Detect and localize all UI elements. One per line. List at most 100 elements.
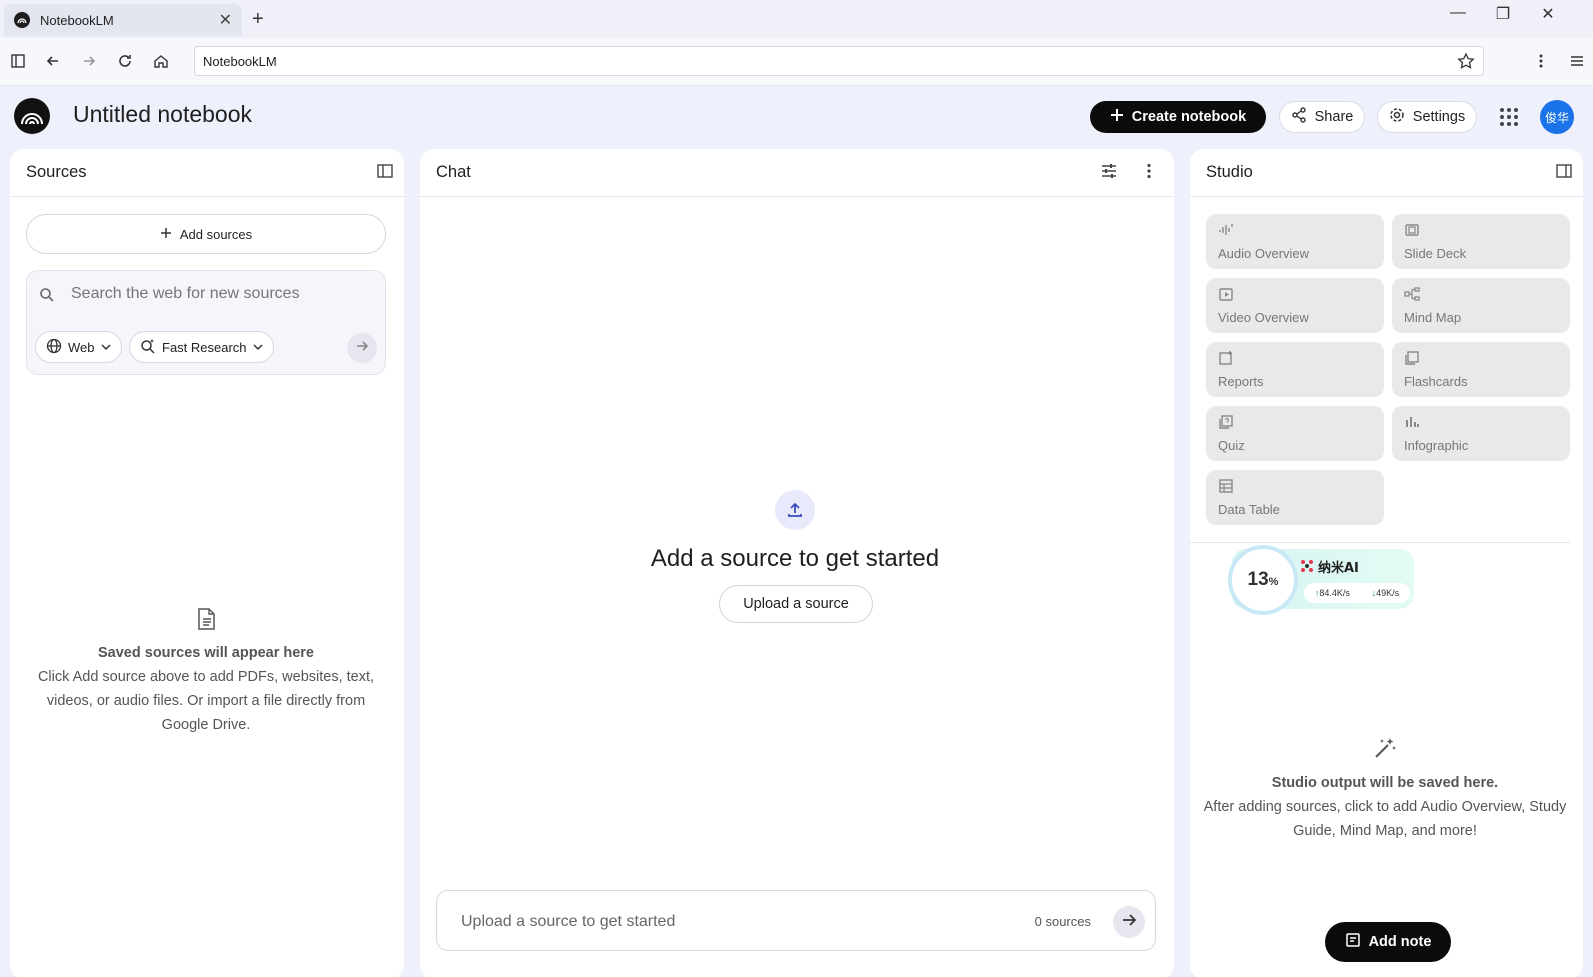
avatar[interactable]: 俊华 [1540,100,1574,134]
download-rate: 49K/s [1376,588,1400,598]
notebook-title[interactable]: Untitled notebook [73,101,252,128]
more-vert-icon[interactable] [1140,162,1158,185]
tile-label: Infographic [1404,438,1469,453]
quiz-icon [1218,414,1234,435]
notebooklm-favicon-icon [14,12,30,28]
apps-grid-icon[interactable] [1496,104,1522,130]
widget-name: 纳米AI [1318,561,1359,576]
reload-icon[interactable] [112,48,138,74]
infographic-tile[interactable]: Infographic [1392,406,1570,461]
slides-icon [1404,222,1420,243]
browser-menu-dots-icon[interactable] [1528,48,1554,74]
window-close-icon[interactable]: ✕ [1533,4,1563,24]
forward-icon[interactable] [76,48,102,74]
gear-icon [1389,107,1405,127]
note-icon [1345,932,1361,952]
submit-search-button[interactable] [347,333,377,363]
studio-title: Studio [1206,163,1253,181]
search-icon [39,287,55,308]
share-button[interactable]: Share [1279,101,1365,133]
share-icon [1291,107,1307,127]
arrow-right-icon [355,339,369,358]
nano-ai-logo-icon [1300,559,1314,578]
tune-settings-icon[interactable] [1100,162,1118,185]
tile-label: Video Overview [1218,310,1309,325]
reports-tile[interactable]: Reports [1206,342,1384,397]
source-count: 0 sources [1034,914,1091,929]
tile-label: Reports [1218,374,1264,389]
sources-empty-state: Saved sources will appear here Click Add… [26,607,386,737]
infographic-icon [1404,414,1420,435]
send-button[interactable] [1113,906,1145,938]
video-icon [1218,286,1234,307]
plus-icon [1110,108,1124,126]
chevron-down-icon [100,340,111,355]
create-notebook-button[interactable]: Create notebook [1090,101,1266,133]
sidebar-toggle-icon[interactable] [5,48,31,74]
web-chip-label: Web [68,339,95,355]
search-input[interactable] [71,285,371,303]
speed-percent-ring: 13% [1228,545,1298,615]
sources-title: Sources [26,163,87,181]
video-overview-tile[interactable]: Video Overview [1206,278,1384,333]
reports-icon [1218,350,1234,371]
tile-label: Slide Deck [1404,246,1467,261]
new-tab-icon[interactable]: + [252,8,264,31]
add-sources-label: Add sources [179,226,253,242]
data-table-tile[interactable]: Data Table [1206,470,1384,525]
sources-header: Sources [10,149,404,197]
collapse-panel-icon[interactable] [1555,162,1573,185]
speed-rates: ↑84.4K/s ↓49K/s [1304,583,1410,603]
studio-header: Studio [1190,149,1583,197]
plus-icon [160,227,172,242]
research-chip-label: Fast Research [162,339,247,355]
slide-deck-tile[interactable]: Slide Deck [1392,214,1570,269]
back-icon[interactable] [40,48,66,74]
chat-input-box[interactable]: Upload a source to get started 0 sources [436,890,1156,951]
close-tab-icon[interactable]: ✕ [219,10,232,30]
tile-label: Quiz [1218,438,1245,453]
studio-panel: Studio Audio Overview Slide Deck Video O… [1190,149,1583,977]
mind-map-tile[interactable]: Mind Map [1392,278,1570,333]
hamburger-menu-icon[interactable] [1564,48,1590,74]
notebooklm-logo[interactable] [14,98,50,134]
bookmark-star-icon[interactable] [1457,52,1475,73]
empty-sources-title: Saved sources will appear here [98,645,314,661]
upload-source-button[interactable]: Upload a source [719,585,873,623]
url-text: NotebookLM [203,53,277,69]
research-mode-dropdown[interactable]: Fast Research [129,331,274,363]
collapse-panel-icon[interactable] [376,162,394,185]
settings-button[interactable]: Settings [1377,101,1477,133]
tile-label: Data Table [1218,502,1280,517]
web-source-dropdown[interactable]: Web [35,331,122,363]
settings-label: Settings [1412,109,1466,125]
chat-header: Chat [420,149,1174,197]
quiz-tile[interactable]: Quiz [1206,406,1384,461]
network-speed-widget[interactable]: 13% 纳米AI ↑84.4K/s ↓49K/s [1228,545,1414,615]
home-icon[interactable] [148,48,174,74]
empty-sources-body: Click Add source above to add PDFs, webs… [37,669,375,733]
download-rate-group: ↓49K/s [1372,588,1400,598]
tile-label: Flashcards [1404,374,1468,389]
flashcards-tile[interactable]: Flashcards [1392,342,1570,397]
chat-title: Chat [436,163,471,181]
percent-sign: % [1268,576,1279,588]
restore-icon[interactable]: ❐ [1488,4,1518,24]
arrow-right-icon [1121,912,1137,933]
browser-tab[interactable]: NotebookLM ✕ [4,4,242,36]
url-bar[interactable]: NotebookLM [194,46,1484,76]
upload-rate-group: ↑84.4K/s [1315,588,1350,598]
browser-tab-bar: NotebookLM ✕ + — ❐ ✕ [0,0,1593,38]
audio-overview-tile[interactable]: Audio Overview [1206,214,1384,269]
add-note-button[interactable]: Add note [1325,922,1451,962]
flashcards-icon [1404,350,1420,371]
minimize-icon[interactable]: — [1443,4,1473,22]
sparkle-search-icon [140,338,156,357]
tile-label: Mind Map [1404,310,1462,325]
create-notebook-label: Create notebook [1131,109,1247,125]
audio-waves-icon [1218,222,1234,243]
add-sources-button[interactable]: Add sources [26,214,386,254]
speed-percent: 13 [1247,569,1269,590]
web-search-box: Web Fast Research [26,270,386,375]
chat-panel: Chat Add a source to get started Upload … [420,149,1174,977]
